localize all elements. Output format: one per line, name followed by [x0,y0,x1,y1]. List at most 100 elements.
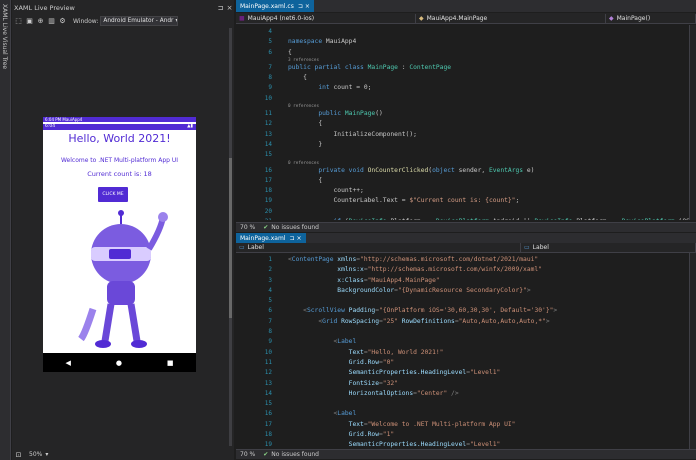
preview-scrollbar[interactable] [229,28,232,446]
code-line[interactable]: 5 [236,296,696,306]
panel-titlebar: XAML Live Preview ⊐ × [12,2,234,13]
zoom-level[interactable]: 70 % [240,224,255,231]
code-text: namespace MauiApp4 [288,38,357,46]
back-icon[interactable]: ◀ [65,359,70,367]
pin-icon[interactable]: ⊐ [290,235,295,242]
issues-status[interactable]: No issues found [271,224,319,231]
code-line[interactable]: 21 if (DeviceInfo.Platform == DevicePlat… [236,217,696,220]
code-line[interactable]: 9 int count = 0; [236,83,696,93]
code-line[interactable]: 16 private void OnCounterClicked(object … [236,166,696,176]
editor-scrollbar-top[interactable] [689,25,696,220]
zoom-level[interactable]: 50% [29,451,42,458]
code-text: Text="Hello, World 2021!" [288,348,444,356]
close-icon[interactable]: × [305,3,310,10]
code-line[interactable]: 9 <Label [236,337,696,347]
code-line[interactable]: 18 count++; [236,186,696,196]
navigation-bar-bottom: ▭ Label ▭ Label [236,243,696,253]
code-line[interactable]: 6{ [236,48,696,58]
code-line[interactable]: 7 <Grid RowSpacing="25" RowDefinitions="… [236,317,696,327]
live-visual-tree-sidebar[interactable]: XAML Live Visual Tree [0,0,11,460]
phone-status-header: 6:04 PM MauiApp4 [43,117,196,122]
navigation-bar-top: ■ MauiApp4 (net6.0-ios) ◆ MauiApp4.MainPag… [236,13,696,24]
display-layout-icon[interactable]: ▣ [25,17,34,26]
code-line[interactable]: 12 SemanticProperties.HeadingLevel="Leve… [236,368,696,378]
code-line[interactable]: 11 public MainPage() [236,109,696,119]
tab-mainpage-xaml-cs[interactable]: MainPage.xaml.cs ⊐ × [236,0,314,12]
code-line[interactable]: 14 HorizontalOptions="Center" /> [236,389,696,399]
editor-scrollbar-bottom[interactable] [689,253,696,449]
settings-icon[interactable]: ⚙ [58,17,67,26]
code-line[interactable]: 10 Text="Hello, World 2021!" [236,348,696,358]
code-line[interactable]: 6 <ScrollView Padding="{OnPlatform iOS='… [236,306,696,316]
code-line[interactable]: 5 namespace MauiApp4 [236,37,696,47]
class-dropdown[interactable]: ◆ MauiApp4.MainPage [416,13,606,23]
track-focus-icon[interactable]: ⊕ [36,17,45,26]
code-line[interactable]: 12 { [236,119,696,129]
rulers-icon[interactable]: ▥ [47,17,56,26]
code-line[interactable]: 10 [236,94,696,104]
issues-status[interactable]: No issues found [271,451,319,458]
line-number: 17 [264,176,272,184]
code-line[interactable]: 4 BackgroundColor="{DynamicResource Seco… [236,286,696,296]
scrollbar-thumb[interactable] [229,158,232,318]
code-text: public partial class MainPage : ContentP… [288,63,452,71]
close-icon[interactable]: × [225,4,234,12]
code-line[interactable]: 15 [236,150,696,160]
line-number: 11 [264,358,272,366]
code-line[interactable]: 13 FontSize="32" [236,379,696,389]
phone-preview[interactable]: 6:04 PM MauiApp4 6:04 ▲▮ Hello, World 202… [43,117,196,372]
chevron-down-icon[interactable]: ▾ [45,451,48,458]
line-number: 13 [264,379,272,387]
code-text: FontSize="32" [288,379,398,387]
project-dropdown[interactable]: ■ MauiApp4 (net6.0-ios) [236,13,416,23]
code-line[interactable]: 13 InitializeComponent(); [236,130,696,140]
window-label: Window: [73,17,99,25]
tab-strip-top: MainPage.xaml.cs ⊐ × [236,0,696,12]
code-line[interactable]: 17 Text="Welcome to .NET Multi-platform … [236,420,696,430]
window-select[interactable]: Android Emulator - Andr ▾ [100,16,179,26]
code-line[interactable]: 15 [236,399,696,409]
dotnet-bot-illustration [78,210,168,348]
status-time: 6:04 [45,124,56,129]
line-number: 10 [264,94,272,102]
code-line[interactable]: 2 xmlns:x="http://schemas.microsoft.com/… [236,265,696,275]
code-line[interactable]: 14 } [236,140,696,150]
code-text: SemanticProperties.HeadingLevel="Level1" [288,369,501,377]
code-line[interactable]: 1 <ContentPage xmlns="http://schemas.micr… [236,255,696,265]
code-line[interactable]: 20 [236,207,696,217]
app-title: Hello, World 2021! [68,132,171,145]
code-line[interactable]: 19 SemanticProperties.HeadingLevel="Leve… [236,440,696,448]
click-me-button[interactable]: CLICK ME [98,187,128,202]
code-line[interactable]: 8 { [236,73,696,83]
code-text: x:Class="MauiApp4.MainPage" [288,276,440,284]
code-text: SemanticProperties.HeadingLevel="Level1" [288,441,501,448]
code-line[interactable]: 11 Grid.Row="0" [236,358,696,368]
code-line[interactable]: 19 CounterLabel.Text = $"Current count i… [236,196,696,206]
pin-icon[interactable]: ⊐ [216,4,225,12]
code-text: Text="Welcome to .NET Multi-platform App… [288,420,516,428]
element-dropdown-right[interactable]: ▭ Label [521,243,696,252]
close-icon[interactable]: × [297,235,302,242]
tab-mainpage-xaml[interactable]: MainPage.xaml ⊐ × [236,233,306,243]
xaml-live-preview-panel: XAML Live Preview ⊐ × ⬚ ▣ ⊕ ▥ ⚙ Window: … [12,0,234,460]
line-number: 20 [264,207,272,215]
code-line[interactable]: 8 [236,327,696,337]
line-number: 5 [268,297,272,305]
battery-icon: ▲▮ [187,124,193,129]
code-line[interactable]: 16 <Label [236,409,696,419]
select-element-icon[interactable]: ⬚ [14,17,23,26]
zoom-level[interactable]: 70 % [240,451,255,458]
code-line[interactable]: 3 x:Class="MauiApp4.MainPage" [236,276,696,286]
pin-icon[interactable]: ⊐ [298,3,303,10]
zoom-fit-icon[interactable]: ⊡ [14,450,23,459]
code-area-top[interactable]: 4 5 namespace MauiApp4 6{3 references 7 publi… [236,27,696,220]
home-icon[interactable]: ● [116,359,122,367]
element-dropdown-left[interactable]: ▭ Label [236,243,521,252]
code-line[interactable]: 18 Grid.Row="1" [236,430,696,440]
code-line[interactable]: 17 { [236,176,696,186]
recents-icon[interactable]: ■ [167,359,174,367]
code-line[interactable]: 4 [236,27,696,37]
member-dropdown[interactable]: ◆ MainPage() [606,13,696,23]
code-area-bottom[interactable]: 1 <ContentPage xmlns="http://schemas.micr… [236,255,696,448]
code-line[interactable]: 7 public partial class MainPage : Content… [236,63,696,73]
